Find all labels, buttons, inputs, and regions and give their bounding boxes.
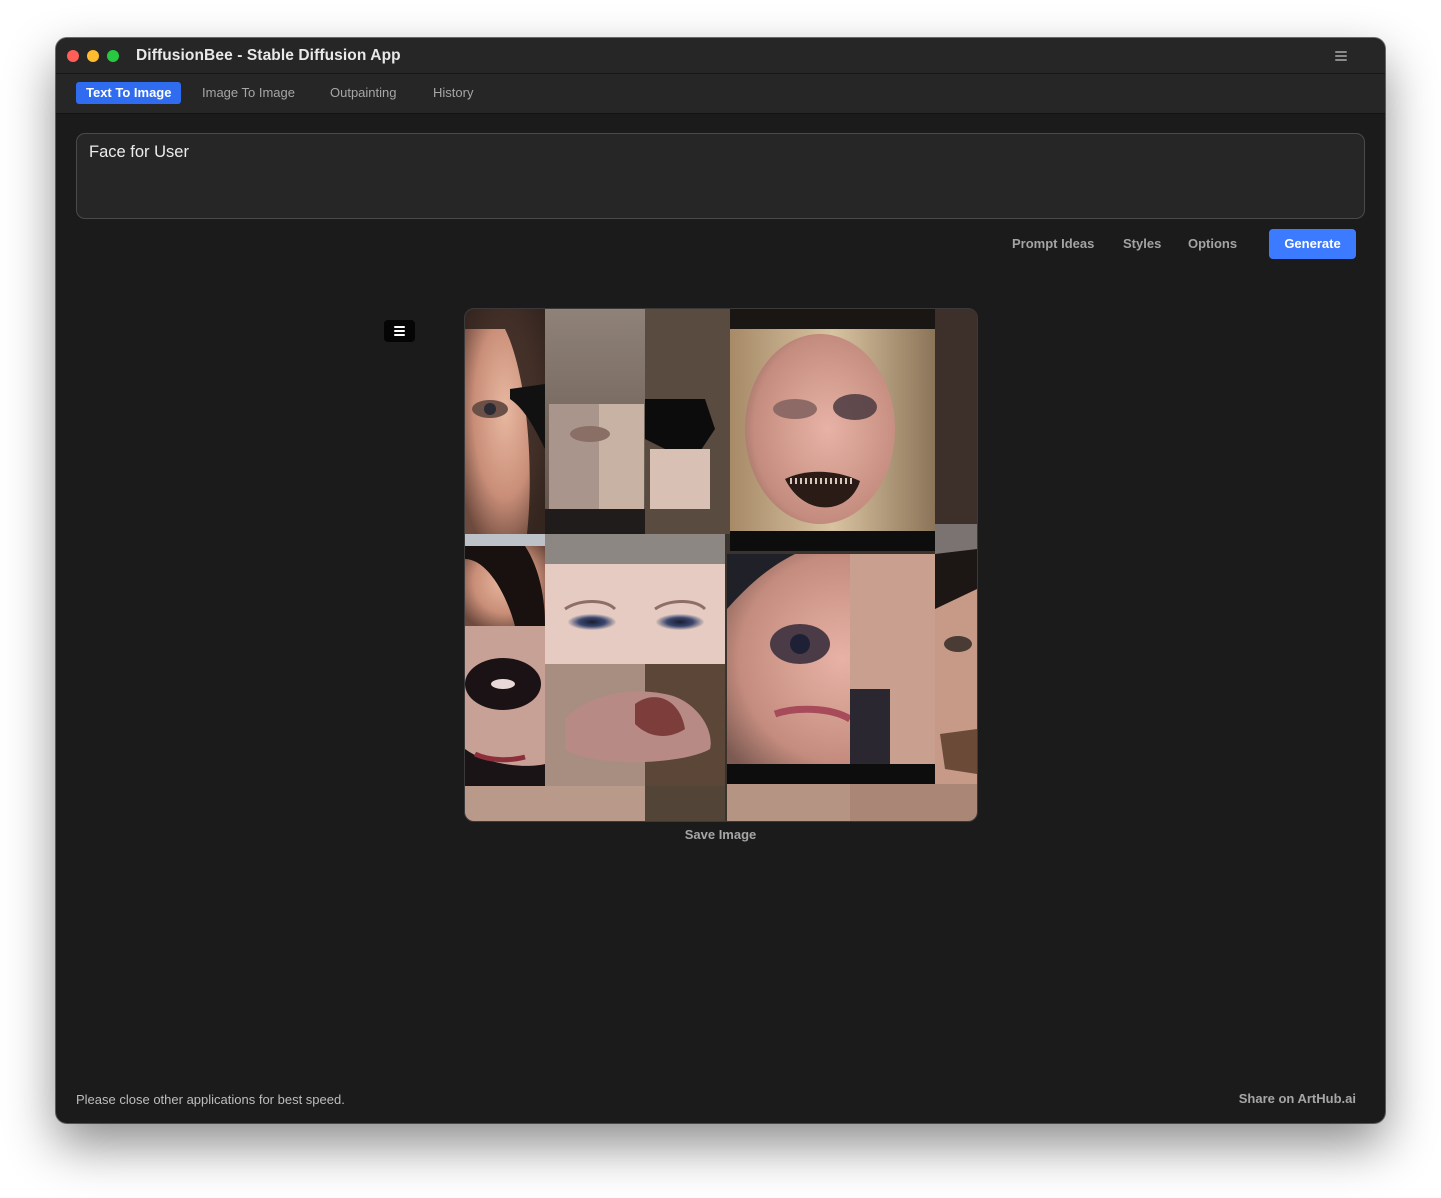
zoom-window-button[interactable] [107,50,119,62]
generated-image [464,308,978,822]
title-bar: DiffusionBee - Stable Diffusion App [56,38,1385,74]
prompt-input[interactable]: Face for User [76,133,1365,219]
tab-bar: Text To Image Image To Image Outpainting… [56,74,1385,114]
tab-history[interactable]: History [423,82,483,104]
window-title: DiffusionBee - Stable Diffusion App [136,47,401,64]
hamburger-menu-icon [394,326,405,336]
prompt-text: Face for User [89,143,189,161]
options-button[interactable]: Options [1188,236,1237,251]
image-menu-button[interactable] [384,320,415,342]
app-window: DiffusionBee - Stable Diffusion App Text… [56,38,1385,1123]
generate-button[interactable]: Generate [1269,229,1356,259]
share-on-arthub-link[interactable]: Share on ArtHub.ai [1239,1091,1356,1106]
tab-outpainting[interactable]: Outpainting [320,82,407,104]
prompt-ideas-button[interactable]: Prompt Ideas [1012,236,1094,251]
tab-text-to-image[interactable]: Text To Image [76,82,182,104]
minimize-window-button[interactable] [87,50,99,62]
tab-image-to-image[interactable]: Image To Image [192,82,305,104]
status-message: Please close other applications for best… [76,1092,345,1107]
hamburger-menu-icon[interactable] [1335,51,1347,61]
styles-button[interactable]: Styles [1123,236,1161,251]
save-image-button[interactable]: Save Image [56,827,1385,842]
close-window-button[interactable] [67,50,79,62]
